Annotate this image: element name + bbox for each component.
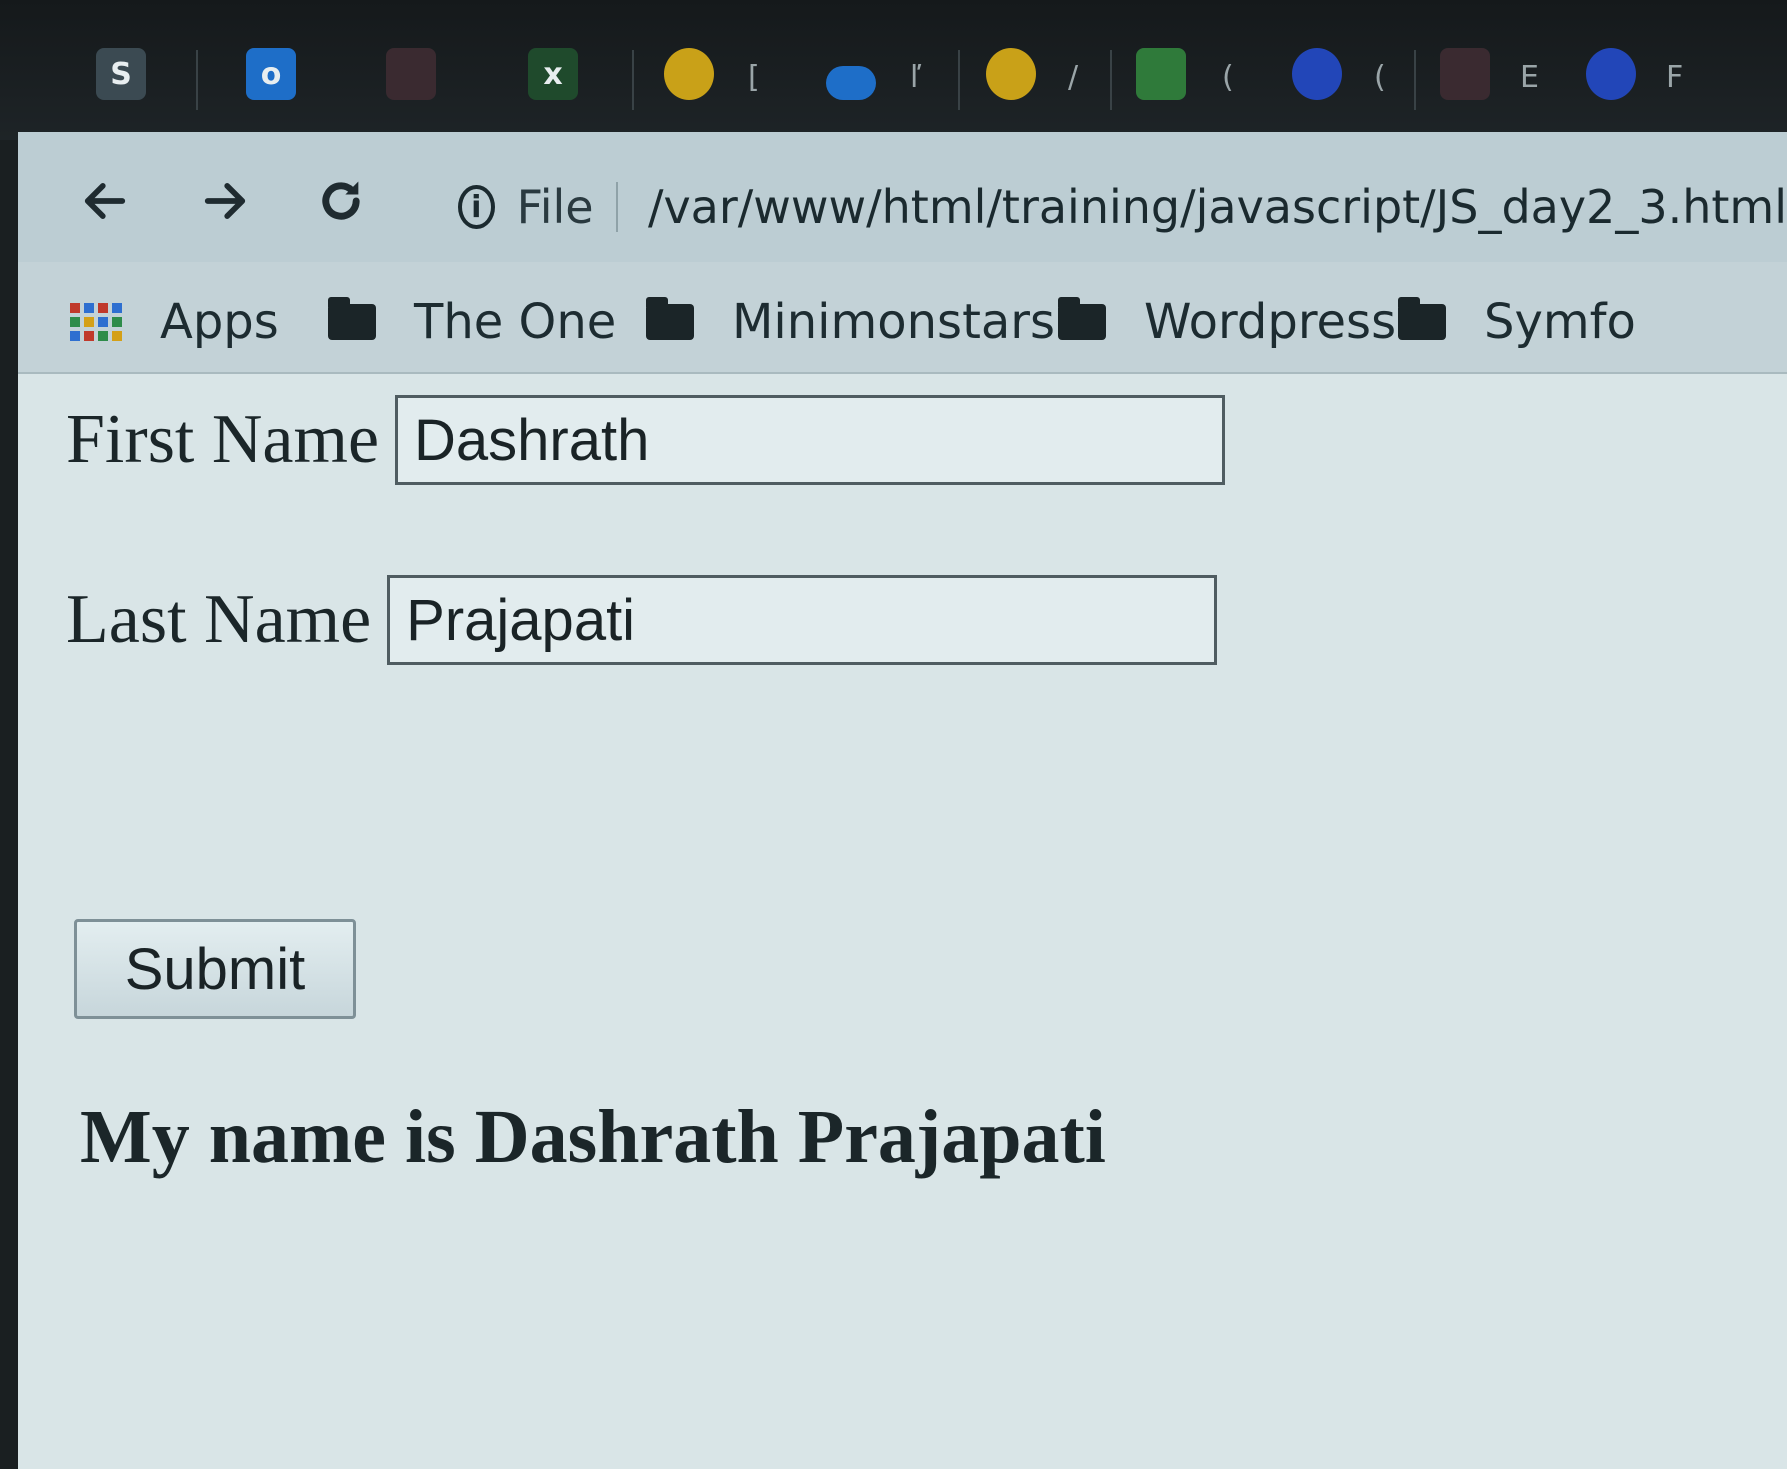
folder-icon (328, 297, 376, 340)
last-name-input[interactable]: Prajapati (387, 575, 1218, 665)
result-text: My name is Dashrath Prajapati (80, 1095, 1106, 1179)
bookmarks-bar: Apps The One Minimonstars Wordpress Symf… (18, 262, 1787, 374)
taskbar-window-label[interactable]: ( (1222, 60, 1234, 95)
bookmark-the-one[interactable]: The One (328, 292, 616, 352)
page-content: First Name Dashrath Last Name Prajapati … (18, 374, 1787, 1469)
forward-button[interactable] (190, 166, 260, 236)
bookmark-label: Wordpress (1144, 294, 1397, 350)
trash-icon[interactable] (1586, 48, 1636, 100)
browser-window: i File /var/www/html/training/javascript… (18, 132, 1787, 1469)
taskbar-window-label[interactable]: F (1666, 60, 1683, 95)
taskbar-window-label[interactable]: E (1520, 60, 1539, 95)
back-button[interactable] (70, 166, 140, 236)
address-separator (615, 182, 618, 232)
excel-icon[interactable]: x (528, 48, 578, 100)
taskbar-window-label[interactable]: [ (748, 60, 760, 95)
taskbar-separator (632, 50, 634, 110)
last-name-row: Last Name Prajapati (66, 570, 1218, 670)
taskbar-window-label[interactable]: ľ (910, 60, 921, 95)
taskbar-separator (958, 50, 960, 110)
arrow-left-icon (84, 183, 126, 219)
taskbar-separator (1110, 50, 1112, 110)
bookmark-wordpress[interactable]: Wordpress (1058, 292, 1396, 352)
bookmark-label: Apps (160, 294, 279, 350)
submit-button[interactable]: Submit (74, 919, 356, 1019)
taskbar-separator (196, 50, 198, 110)
bookmark-apps[interactable]: Apps (70, 292, 279, 352)
arrow-right-icon (204, 183, 246, 219)
sublime-icon[interactable]: S (96, 48, 146, 100)
folder-icon (1058, 297, 1106, 340)
screen: S o x [ ľ / ( ( E F i File /var/www/html… (0, 0, 1787, 1469)
first-name-input[interactable]: Dashrath (395, 395, 1226, 485)
taskbar-separator (1414, 50, 1416, 110)
bookmark-label: Symfo (1484, 294, 1636, 350)
trash-icon[interactable] (1292, 48, 1342, 100)
bookmark-symfo[interactable]: Symfo (1398, 292, 1636, 352)
cloud-icon[interactable] (826, 66, 876, 100)
info-icon[interactable]: i (458, 185, 495, 229)
first-name-label: First Name (66, 401, 380, 478)
last-name-label: Last Name (66, 581, 372, 658)
bookmark-label: Minimonstars (732, 294, 1056, 350)
bookmark-minimonstars[interactable]: Minimonstars (646, 292, 1055, 352)
sheet-icon[interactable] (1136, 48, 1186, 100)
taskbar-window-label[interactable]: / (1068, 60, 1078, 95)
chrome-icon[interactable] (664, 48, 714, 100)
folder-icon (646, 297, 694, 340)
taskbar-window-label[interactable]: ( (1374, 60, 1386, 95)
address-url[interactable]: /var/www/html/training/javascript/JS_day… (648, 180, 1787, 234)
browser-toolbar: i File /var/www/html/training/javascript… (18, 132, 1787, 262)
bookmark-label: The One (414, 294, 617, 350)
chrome-icon[interactable] (986, 48, 1036, 100)
outlook-icon[interactable]: o (246, 48, 296, 100)
reload-icon (322, 181, 360, 220)
taskbar: S o x [ ľ / ( ( E F (0, 0, 1787, 140)
apps-grid-icon (70, 303, 122, 341)
folder-icon (1398, 297, 1446, 340)
app-icon[interactable] (386, 48, 436, 100)
address-scheme: File (516, 180, 594, 234)
app-icon[interactable] (1440, 48, 1490, 100)
reload-button[interactable] (306, 166, 376, 236)
first-name-row: First Name Dashrath (66, 390, 1226, 490)
address-bar[interactable]: i File /var/www/html/training/javascript… (458, 172, 1787, 242)
